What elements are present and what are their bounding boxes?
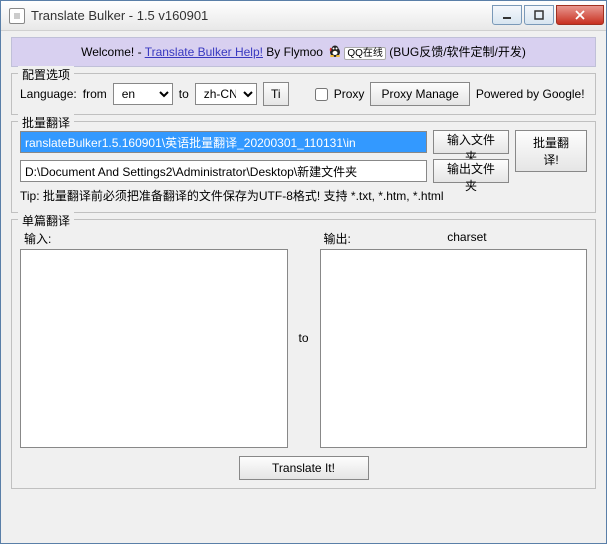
content: Welcome! - Translate Bulker Help! By Fly… <box>1 31 606 495</box>
from-lang-select[interactable]: en <box>113 83 173 105</box>
batch-translate-button[interactable]: 批量翻译! <box>515 130 587 172</box>
output-folder-button[interactable]: 输出文件夹 <box>433 159 509 183</box>
batch-legend: 批量翻译 <box>18 114 74 131</box>
qq-online-badge[interactable]: QQ在线 <box>344 47 386 60</box>
maximize-button[interactable] <box>524 5 554 25</box>
help-link[interactable]: Translate Bulker Help! <box>145 45 263 59</box>
output-folder-field[interactable] <box>20 160 427 182</box>
batch-tip: Tip: 批量翻译前必须把准备翻译的文件保存为UTF-8格式! 支持 *.txt… <box>20 187 587 204</box>
config-legend: 配置选项 <box>18 66 74 83</box>
ti-button[interactable]: Ti <box>263 82 289 106</box>
input-textarea[interactable] <box>20 249 288 448</box>
proxy-checkbox[interactable] <box>315 88 328 101</box>
output-textarea[interactable] <box>320 249 588 448</box>
welcome-by: By Flymoo <box>263 45 326 59</box>
titlebar[interactable]: Translate Bulker - 1.5 v160901 <box>1 1 606 31</box>
single-section: 单篇翻译 输入: to 输出: charset Translate It! <box>11 219 596 489</box>
app-icon <box>9 8 25 24</box>
powered-by-label: Powered by Google! <box>476 87 585 101</box>
minimize-button[interactable] <box>492 5 522 25</box>
input-folder-field[interactable] <box>20 131 427 153</box>
input-folder-button[interactable]: 输入文件夹 <box>433 130 509 154</box>
charset-label: charset <box>351 230 583 247</box>
proxy-manage-button[interactable]: Proxy Manage <box>370 82 469 106</box>
proxy-label: Proxy <box>334 87 365 101</box>
output-column: 输出: charset <box>320 228 588 448</box>
window-controls <box>490 5 604 27</box>
app-window: Translate Bulker - 1.5 v160901 Welcome! … <box>0 0 607 544</box>
translate-button[interactable]: Translate It! <box>239 456 369 480</box>
input-label: 输入: <box>24 230 51 247</box>
window-title: Translate Bulker - 1.5 v160901 <box>31 8 490 23</box>
welcome-prefix: Welcome! - <box>81 45 145 59</box>
to-separator: to <box>292 228 316 448</box>
welcome-suffix: (BUG反馈/软件定制/开发) <box>386 45 526 59</box>
batch-section: 批量翻译 输入文件夹 输出文件夹 批量翻译! Tip: 批量翻译前必须把准备翻译… <box>11 121 596 213</box>
config-section: 配置选项 Language: from en to zh-CN Ti Proxy… <box>11 73 596 115</box>
from-label: from <box>83 87 107 101</box>
to-lang-select[interactable]: zh-CN <box>195 83 257 105</box>
welcome-bar: Welcome! - Translate Bulker Help! By Fly… <box>11 37 596 67</box>
to-label: to <box>179 87 189 101</box>
qq-icon[interactable] <box>328 44 342 61</box>
close-button[interactable] <box>556 5 604 25</box>
single-legend: 单篇翻译 <box>18 212 74 229</box>
input-column: 输入: <box>20 228 288 448</box>
language-label: Language: <box>20 87 77 101</box>
output-label: 输出: <box>324 230 351 247</box>
